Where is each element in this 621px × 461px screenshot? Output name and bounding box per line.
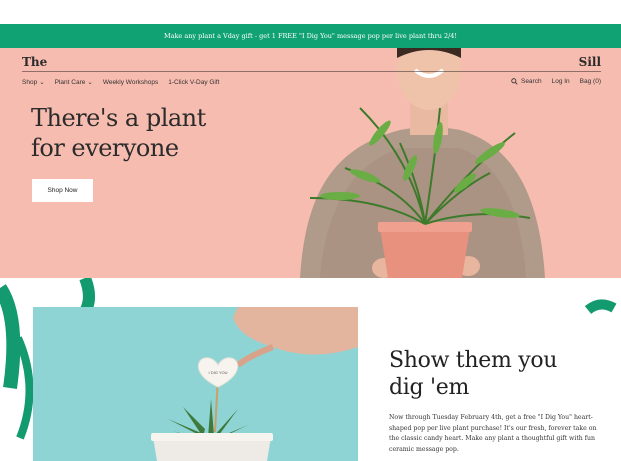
- promo-banner[interactable]: Make any plant a Vday gift - get 1 FREE …: [0, 24, 621, 48]
- brand-logo-left[interactable]: The: [22, 55, 47, 69]
- plant-with-heart-image: I DIG YOU: [151, 307, 358, 461]
- chevron-down-icon: ⌄: [39, 79, 45, 86]
- brand-logo-right[interactable]: Sill: [579, 55, 601, 69]
- nav-item-weekly-workshops[interactable]: Weekly Workshops: [103, 78, 158, 86]
- gift-photo: I DIG YOU: [33, 307, 358, 461]
- hero-headline-line2: for everyone: [31, 134, 179, 162]
- nav-item-label: Weekly Workshops: [102, 78, 159, 86]
- nav-item-label: 1-Click V-Day Gift: [168, 78, 220, 86]
- shop-now-button[interactable]: Shop Now: [32, 179, 93, 202]
- login-link[interactable]: Log In: [552, 78, 570, 85]
- promo-section-body: Now through Tuesday February 4th, get a …: [389, 414, 597, 453]
- promo-title-line1: Show them you: [389, 348, 558, 373]
- nav-divider: [22, 71, 601, 72]
- search-link[interactable]: Search: [511, 78, 542, 85]
- nav-item-shop[interactable]: Shop ⌄: [22, 78, 45, 87]
- promo-section: I DIG YOU Show them you dig 'em Now thro…: [0, 278, 621, 461]
- nav-item-label: Shop: [22, 78, 38, 86]
- chevron-down-icon: ⌄: [87, 79, 93, 86]
- search-icon: [511, 78, 518, 85]
- promo-text: Make any plant a Vday gift - get 1 FREE …: [163, 32, 458, 40]
- nav-item-label: Plant Care: [54, 78, 86, 86]
- promo-title-line2: dig 'em: [389, 375, 470, 400]
- heart-text: I DIG YOU: [208, 370, 227, 375]
- nav-item-vday-gift[interactable]: 1-Click V-Day Gift: [168, 78, 219, 86]
- search-label: Search: [520, 78, 542, 85]
- utility-nav: Search Log In Bag (0): [511, 78, 601, 85]
- hero-section: The Sill Shop ⌄ Plant Care ⌄ Weekly Work…: [0, 48, 621, 278]
- hero-headline-line1: There's a plant: [31, 104, 206, 132]
- hero-headline: There's a plant for everyone: [31, 103, 206, 163]
- bag-link[interactable]: Bag (0): [580, 78, 601, 85]
- nav-item-plant-care[interactable]: Plant Care ⌄: [54, 78, 93, 87]
- main-nav: Shop ⌄ Plant Care ⌄ Weekly Workshops 1-C…: [22, 78, 220, 87]
- top-spacer: [0, 0, 621, 24]
- promo-section-title: Show them you dig 'em: [389, 347, 557, 401]
